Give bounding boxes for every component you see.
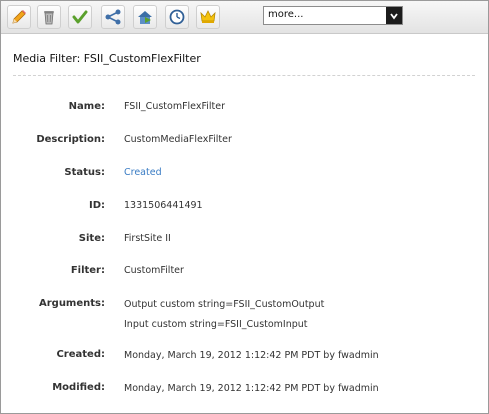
site-value: FirstSite II [124,233,171,244]
divider [13,75,475,76]
id-value: 1331506441491 [124,200,203,211]
edit-button[interactable] [7,5,31,29]
argument-output: Output custom string=FSII_CustomOutput [124,299,325,310]
approve-button[interactable] [68,5,92,29]
name-value: FSII_CustomFlexFilter [124,101,226,112]
preview-button[interactable] [133,5,157,29]
id-label: ID: [88,200,105,211]
status-label: Status: [64,167,105,178]
page-title: Media Filter: FSII_CustomFlexFilter [13,52,201,65]
created-label: Created: [56,349,105,360]
chevron-down-icon[interactable] [386,7,402,24]
modified-label: Modified: [52,382,105,393]
more-actions-select[interactable]: more... [263,6,403,25]
name-label: Name: [68,101,105,112]
argument-input: Input custom string=FSII_CustomInput [124,319,308,330]
delete-button[interactable] [37,5,61,29]
house-icon [138,11,152,24]
checkmark-icon [72,10,88,24]
edit-pencil-icon [12,10,26,24]
toolbar: more... [1,1,488,34]
created-value: Monday, March 19, 2012 1:12:42 PM PDT by… [124,350,379,361]
filter-label: Filter: [70,265,105,276]
share-button[interactable] [101,5,125,29]
share-icon [105,9,121,25]
arguments-label: Arguments: [38,298,105,309]
media-filter-panel: more... Media Filter: FSII_CustomFlexFil… [0,0,489,414]
description-label: Description: [36,134,105,145]
modified-value: Monday, March 19, 2012 1:12:42 PM PDT by… [124,383,379,394]
description-value: CustomMediaFlexFilter [124,134,232,145]
trash-icon [44,11,54,25]
status-link[interactable]: Created [124,167,162,178]
history-button[interactable] [165,5,189,29]
filter-value: CustomFilter [124,265,184,276]
select-value: more... [268,9,304,20]
site-label: Site: [78,233,105,244]
crown-button[interactable] [196,5,220,29]
clock-icon [169,9,185,25]
crown-icon [200,10,216,23]
